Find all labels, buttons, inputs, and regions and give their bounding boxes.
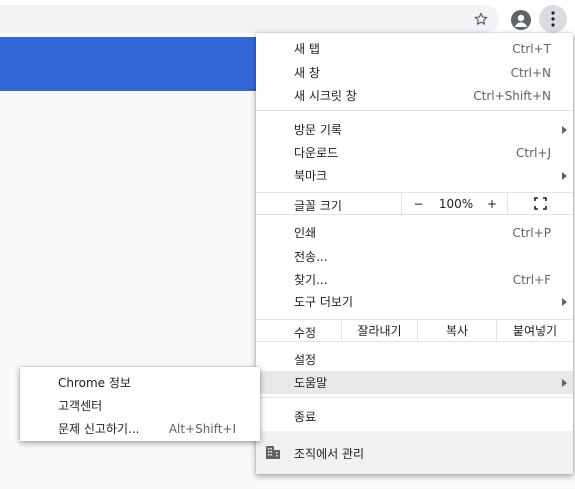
- menu-item-shortcut: Ctrl+J: [516, 145, 551, 160]
- menu-item-history[interactable]: 방문 기록: [256, 118, 573, 141]
- menu-item-print[interactable]: 인쇄 Ctrl+P: [256, 221, 573, 244]
- zoom-value: 100%: [438, 196, 474, 211]
- submenu-arrow-icon: [562, 126, 567, 134]
- page-banner: [0, 37, 262, 91]
- managed-by-organization[interactable]: 조직에서 관리: [256, 431, 573, 474]
- edit-row: 수정 잘라내기 복사 붙여넣기: [256, 319, 573, 342]
- zoom-in-button[interactable]: +: [477, 193, 507, 214]
- menu-item-settings[interactable]: 설정: [256, 348, 573, 371]
- address-bar[interactable]: [0, 5, 499, 33]
- menu-item-label: 새 탭: [294, 42, 320, 56]
- menu-item-label: 종료: [294, 410, 317, 424]
- menu-item-label: 전송...: [294, 250, 328, 264]
- submenu-item-about-chrome[interactable]: Chrome 정보: [20, 371, 260, 394]
- menu-item-label: 방문 기록: [294, 123, 342, 137]
- menu-item-label: 도움말: [294, 376, 328, 390]
- zoom-label: 글꼴 크기: [294, 199, 342, 213]
- submenu-arrow-icon: [562, 298, 567, 306]
- building-icon: [265, 444, 281, 463]
- copy-button[interactable]: 복사: [417, 320, 496, 341]
- zoom-out-button[interactable]: −: [401, 193, 435, 214]
- menu-item-label: 설정: [294, 353, 317, 367]
- menu-item-find[interactable]: 찾기... Ctrl+F: [256, 268, 573, 291]
- more-menu-button[interactable]: [539, 5, 567, 33]
- menu-item-label: 인쇄: [294, 226, 317, 240]
- kebab-icon: [551, 11, 555, 27]
- submenu-item-label: Chrome 정보: [58, 376, 131, 390]
- menu-item-shortcut: Ctrl+F: [512, 272, 551, 287]
- menu-separator: [256, 110, 573, 111]
- bookmark-star-icon[interactable]: [469, 7, 493, 31]
- browser-toolbar: [0, 0, 575, 37]
- submenu-item-shortcut: Alt+Shift+I: [168, 421, 236, 436]
- menu-item-cast[interactable]: 전송...: [256, 245, 573, 268]
- paste-label: 붙여넣기: [512, 324, 558, 338]
- zoom-minus-text: −: [413, 196, 424, 211]
- submenu-item-help-center[interactable]: 고객센터: [20, 394, 260, 417]
- fullscreen-button[interactable]: [507, 193, 573, 214]
- menu-item-label: 새 시크릿 창: [294, 89, 357, 103]
- menu-item-label: 도구 더보기: [294, 295, 354, 309]
- zoom-row: 글꼴 크기 − 100% +: [256, 192, 573, 215]
- menu-item-shortcut: Ctrl+Shift+N: [473, 88, 551, 103]
- menu-item-exit[interactable]: 종료: [256, 405, 573, 428]
- menu-item-bookmarks[interactable]: 북마크: [256, 164, 573, 187]
- menu-item-downloads[interactable]: 다운로드 Ctrl+J: [256, 141, 573, 164]
- help-submenu: Chrome 정보 고객센터 문제 신고하기... Alt+Shift+I: [20, 367, 260, 441]
- cut-button[interactable]: 잘라내기: [341, 320, 417, 341]
- menu-item-help[interactable]: 도움말: [256, 371, 573, 394]
- menu-item-new-tab[interactable]: 새 탭 Ctrl+T: [256, 37, 573, 60]
- cut-label: 잘라내기: [357, 324, 402, 338]
- submenu-item-label: 문제 신고하기...: [58, 422, 140, 436]
- menu-separator: [256, 397, 573, 398]
- managed-label: 조직에서 관리: [294, 447, 365, 461]
- avatar-icon: [511, 10, 531, 30]
- submenu-arrow-icon: [562, 172, 567, 180]
- menu-item-label: 새 창: [294, 66, 320, 80]
- submenu-item-label: 고객센터: [58, 399, 103, 413]
- menu-item-new-incognito[interactable]: 새 시크릿 창 Ctrl+Shift+N: [256, 84, 573, 107]
- submenu-item-report-issue[interactable]: 문제 신고하기... Alt+Shift+I: [20, 417, 260, 440]
- menu-item-label: 북마크: [294, 169, 328, 183]
- zoom-level: 100%: [435, 193, 477, 214]
- menu-item-shortcut: Ctrl+N: [510, 65, 551, 80]
- menu-item-shortcut: Ctrl+P: [512, 225, 551, 240]
- menu-item-shortcut: Ctrl+T: [512, 41, 551, 56]
- menu-item-more-tools[interactable]: 도구 더보기: [256, 290, 573, 313]
- submenu-arrow-icon: [562, 379, 567, 387]
- paste-button[interactable]: 붙여넣기: [496, 320, 573, 341]
- menu-item-label: 다운로드: [294, 146, 339, 160]
- edit-label: 수정: [294, 326, 317, 340]
- chrome-main-menu: 새 탭 Ctrl+T 새 창 Ctrl+N 새 시크릿 창 Ctrl+Shift…: [256, 33, 573, 474]
- zoom-plus-text: +: [486, 196, 498, 211]
- menu-item-label: 찾기...: [294, 273, 328, 287]
- copy-label: 복사: [445, 324, 469, 338]
- menu-item-new-window[interactable]: 새 창 Ctrl+N: [256, 61, 573, 84]
- fullscreen-icon: [534, 197, 547, 210]
- profile-avatar-button[interactable]: [507, 6, 535, 34]
